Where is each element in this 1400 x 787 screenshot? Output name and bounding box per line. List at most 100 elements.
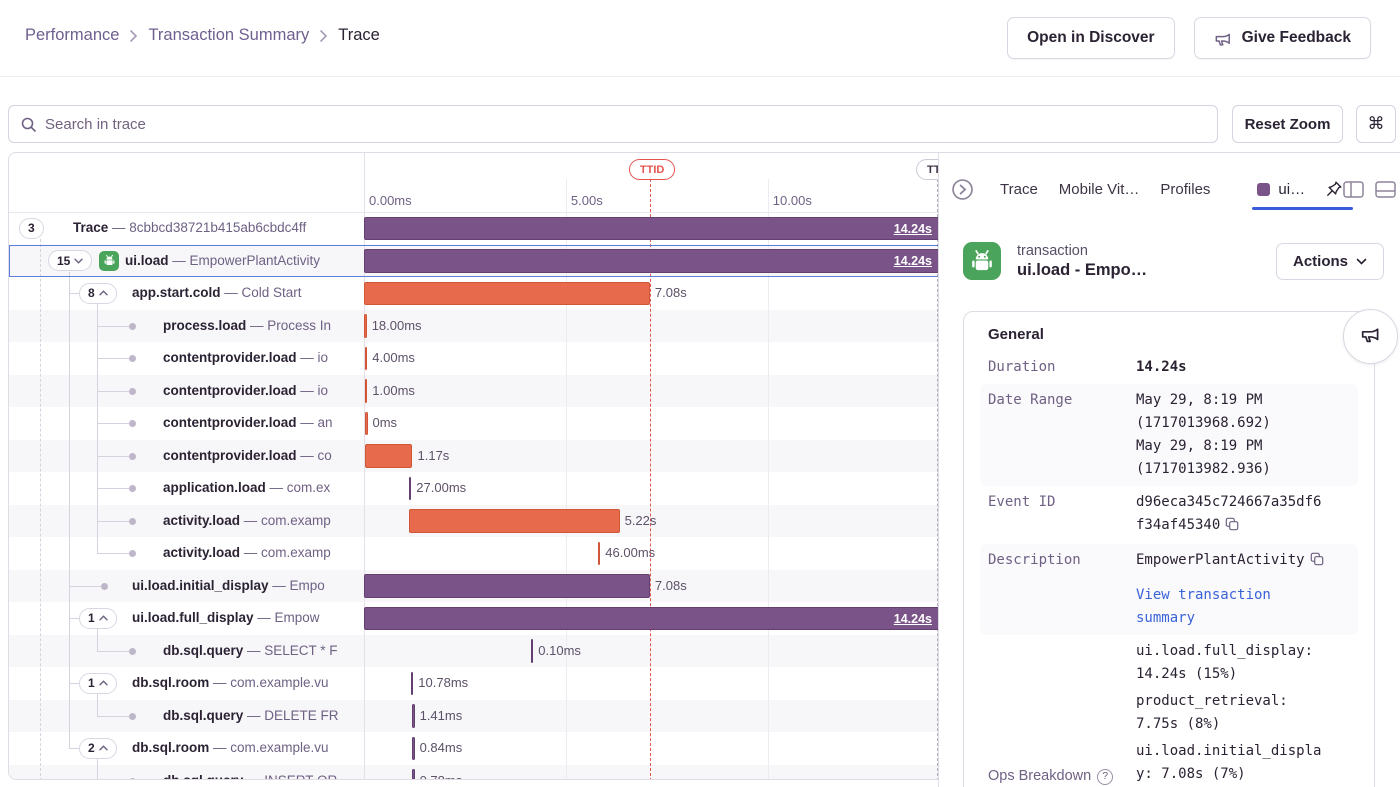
span-bar[interactable] xyxy=(365,444,412,468)
span-count-badge[interactable]: 8 xyxy=(79,283,117,304)
layout-drawer-left-icon[interactable] xyxy=(1343,181,1364,198)
transaction-type-label: transaction xyxy=(1017,243,1147,259)
open-in-discover-button[interactable]: Open in Discover xyxy=(1007,17,1174,59)
search-icon xyxy=(20,116,37,133)
trace-row[interactable]: contentprovider.load — co1.17s xyxy=(9,440,938,473)
span-label: application.load — com.ex xyxy=(163,472,330,505)
span-bar[interactable]: 14.24s xyxy=(364,607,938,631)
reset-zoom-button[interactable]: Reset Zoom xyxy=(1232,105,1343,143)
trace-row[interactable]: process.load — Process In 18.00ms xyxy=(9,310,938,343)
span-duration-label: 5.22s xyxy=(625,505,657,538)
event-id-label: Event ID xyxy=(988,491,1136,539)
duration-label: Duration xyxy=(988,356,1136,379)
trace-row[interactable]: contentprovider.load — an 0ms xyxy=(9,407,938,440)
span-tree-cell: 1db.sql.room — com.example.vu xyxy=(9,667,364,700)
span-dot xyxy=(129,420,136,427)
span-bar[interactable]: 14.24s xyxy=(364,217,938,241)
view-transaction-summary-link[interactable]: View transaction summary xyxy=(1136,584,1328,630)
span-bar[interactable] xyxy=(409,477,412,501)
span-tree-cell: 8app.start.cold — Cold Start xyxy=(9,277,364,310)
span-duration-label: 0ms xyxy=(373,407,398,440)
span-tree-cell: 1ui.load.full_display — Empow xyxy=(9,602,364,635)
span-count-badge[interactable]: 15 xyxy=(48,250,92,271)
tab-mobile-vitals[interactable]: Mobile Vit… xyxy=(1059,181,1140,198)
trace-row[interactable]: 3Trace — 8cbbcd38721b415ab6cbdc4ff14.24s xyxy=(9,212,938,245)
span-bar[interactable]: 14.24s xyxy=(364,249,938,273)
trace-row[interactable]: ui.load.initial_display — Empo7.08s xyxy=(9,570,938,603)
span-bar[interactable] xyxy=(412,704,415,728)
span-bar[interactable] xyxy=(598,542,601,566)
span-bar[interactable] xyxy=(364,282,650,306)
feedback-float-button[interactable] xyxy=(1343,309,1398,364)
breadcrumb-transaction-summary[interactable]: Transaction Summary xyxy=(148,26,309,45)
span-label: contentprovider.load — an xyxy=(163,407,333,440)
span-count-badge[interactable]: 1 xyxy=(79,673,117,694)
span-dot xyxy=(101,583,108,590)
trace-row[interactable]: 2db.sql.room — com.example.vu0.84ms xyxy=(9,732,938,765)
span-bar-cell: 46.00ms xyxy=(364,537,938,570)
megaphone-icon xyxy=(1214,29,1233,48)
span-bar-cell: 0.10ms xyxy=(364,635,938,668)
pin-icon[interactable] xyxy=(1325,180,1343,198)
trace-row[interactable]: activity.load — com.examp46.00ms xyxy=(9,537,938,570)
span-label: process.load — Process In xyxy=(163,310,331,343)
span-duration-label: 7.08s xyxy=(655,570,687,603)
span-bar-cell: 0ms xyxy=(364,407,938,440)
trace-row[interactable]: db.sql.query — DELETE FR1.41ms xyxy=(9,700,938,733)
breadcrumb-performance[interactable]: Performance xyxy=(25,26,119,45)
span-dot xyxy=(129,388,136,395)
shortcut-command-button[interactable]: ⌘ xyxy=(1356,105,1396,143)
tab-active-transaction[interactable]: ui… xyxy=(1257,180,1343,198)
tab-trace[interactable]: Trace xyxy=(1000,181,1038,198)
span-count-badge[interactable]: 1 xyxy=(79,608,117,629)
span-bar-cell: 4.00ms xyxy=(364,342,938,375)
span-bar-cell: 14.24s xyxy=(364,245,938,278)
copy-icon[interactable] xyxy=(1310,551,1324,574)
layout-drawer-bottom-icon[interactable] xyxy=(1375,181,1396,198)
trace-row[interactable]: contentprovider.load — io1.00ms xyxy=(9,375,938,408)
span-tree-cell: db.sql.query — DELETE FR xyxy=(9,700,364,733)
trace-row[interactable]: 1db.sql.room — com.example.vu10.78ms xyxy=(9,667,938,700)
span-bar[interactable] xyxy=(409,509,620,533)
marker-ttfd-pill[interactable]: TTFD xyxy=(916,159,938,180)
trace-row[interactable]: activity.load — com.examp 5.22s xyxy=(9,505,938,538)
span-bar[interactable] xyxy=(412,737,415,761)
trace-row[interactable]: 1ui.load.full_display — Empow14.24s xyxy=(9,602,938,635)
span-tree-cell: db.sql.query — SELECT * F xyxy=(9,635,364,668)
actions-button[interactable]: Actions xyxy=(1276,243,1384,280)
tab-profiles[interactable]: Profiles xyxy=(1160,181,1210,198)
trace-row[interactable]: db.sql.query — INSERT OR0.78ms xyxy=(9,765,938,781)
trace-row[interactable]: contentprovider.load — io4.00ms xyxy=(9,342,938,375)
span-bar[interactable] xyxy=(531,639,534,663)
date-range-end: May 29, 8:19 PM (1717013982.936) xyxy=(1136,435,1328,481)
trace-row[interactable]: 15ui.load — EmpowerPlantActivity14.24s xyxy=(9,245,938,278)
span-count-badge[interactable]: 3 xyxy=(19,218,44,239)
span-bar-cell: 1.41ms xyxy=(364,700,938,733)
expand-drawer-icon[interactable] xyxy=(951,178,974,201)
axis-tick-label: 10.00s xyxy=(773,193,812,208)
copy-icon[interactable] xyxy=(1225,516,1239,539)
give-feedback-label: Give Feedback xyxy=(1242,29,1351,47)
trace-row[interactable]: 8app.start.cold — Cold Start7.08s xyxy=(9,277,938,310)
span-bar[interactable] xyxy=(365,347,368,371)
help-icon[interactable]: ? xyxy=(1097,769,1113,785)
trace-row[interactable]: db.sql.query — SELECT * F0.10ms xyxy=(9,635,938,668)
span-bar-cell: 18.00ms xyxy=(364,310,938,343)
trace-search-box xyxy=(8,105,1218,143)
search-input[interactable] xyxy=(45,116,1206,133)
span-bar[interactable] xyxy=(364,314,367,338)
trace-row[interactable]: application.load — com.ex 27.00ms xyxy=(9,472,938,505)
span-count-badge[interactable]: 2 xyxy=(79,738,117,759)
transaction-name: ui.load - Empo… xyxy=(1017,261,1147,280)
give-feedback-button[interactable]: Give Feedback xyxy=(1194,17,1371,59)
span-bar[interactable] xyxy=(411,672,414,696)
span-bar-cell: 14.24s xyxy=(364,602,938,635)
marker-ttid-pill[interactable]: TTID xyxy=(629,159,675,180)
span-bar-cell: 0.84ms xyxy=(364,732,938,765)
span-bar[interactable] xyxy=(365,379,368,403)
span-bar-cell: 27.00ms xyxy=(364,472,938,505)
span-label: activity.load — com.examp xyxy=(163,505,331,538)
span-bar[interactable] xyxy=(364,574,650,598)
span-bar[interactable] xyxy=(365,412,368,436)
span-bar[interactable] xyxy=(412,769,415,780)
